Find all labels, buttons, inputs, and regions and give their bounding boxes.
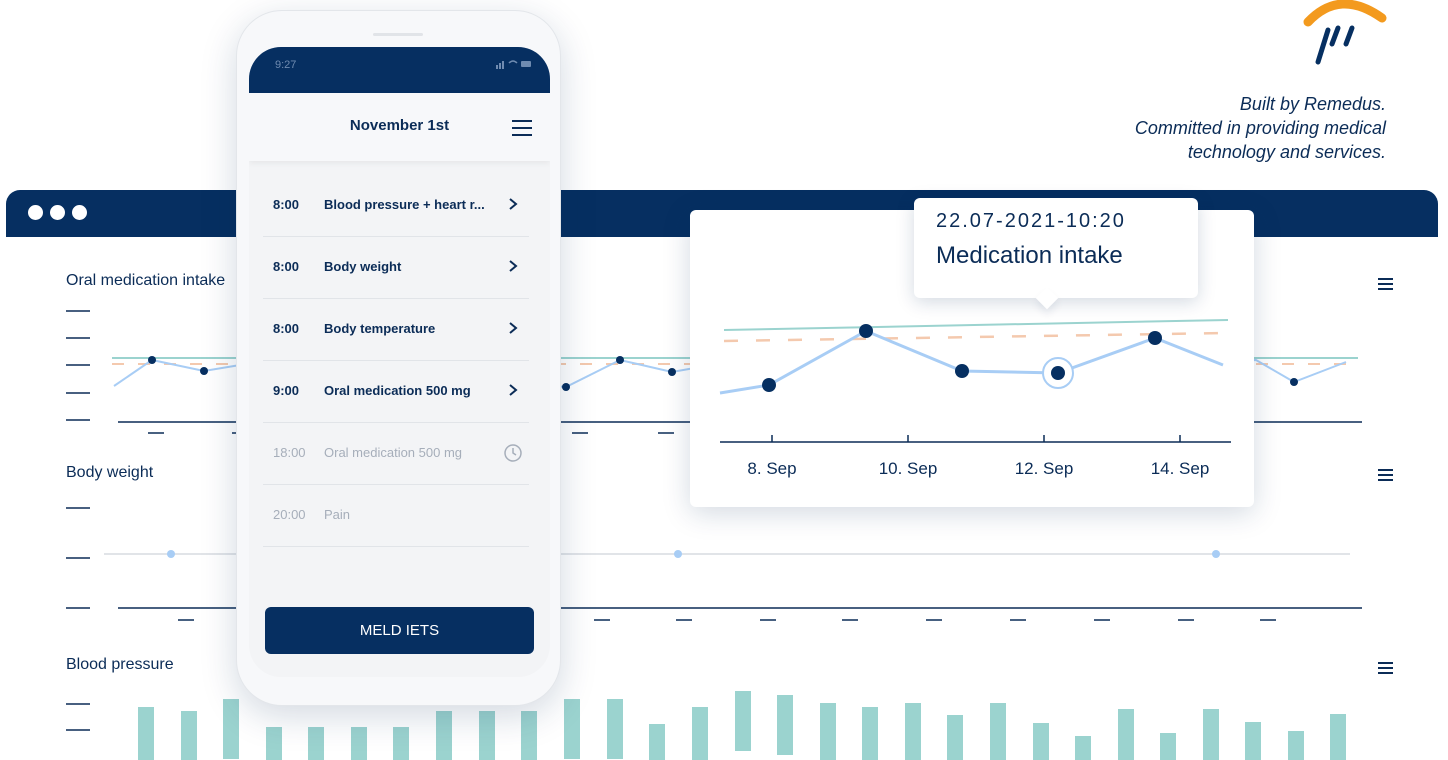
detail-x-tick-label: 8. Sep — [747, 459, 796, 478]
phone-header: November 1st — [249, 93, 550, 161]
detail-x-tick-label: 10. Sep — [879, 459, 938, 478]
task-name: Blood pressure + heart r... — [324, 197, 485, 212]
chart-title-body-weight: Body weight — [66, 464, 154, 481]
tagline-line-2: Committed in providing medical — [1134, 118, 1386, 138]
task-name: Oral medication 500 mg — [324, 445, 463, 460]
task-time: 18:00 — [273, 445, 306, 460]
chevron-right-icon — [509, 384, 518, 396]
hamburger-icon[interactable] — [1378, 662, 1393, 674]
task-name: Body temperature — [324, 321, 436, 336]
task-item[interactable]: 8:00 Body temperature — [263, 299, 529, 361]
task-time: 8:00 — [273, 321, 300, 336]
page-title: November 1st — [349, 117, 450, 134]
phone-speaker — [373, 33, 423, 36]
tooltip-title: Medication intake — [936, 242, 1123, 269]
oral-medication-y-ticks — [66, 310, 90, 421]
task-time: 20:00 — [273, 507, 306, 522]
clock-icon — [504, 444, 522, 462]
chevron-right-icon — [509, 322, 518, 334]
body-weight-y-ticks — [66, 507, 90, 609]
chevron-right-icon — [509, 198, 518, 210]
task-item[interactable]: 20:00 Pain — [263, 485, 529, 547]
status-bar: 9:27 — [249, 47, 550, 93]
task-time: 8:00 — [273, 259, 300, 274]
hamburger-icon[interactable] — [1378, 469, 1393, 481]
detail-x-ticks — [771, 435, 1181, 442]
task-item[interactable]: 8:00 Body weight — [263, 237, 529, 299]
tagline: Built by Remedus. Committed in providing… — [966, 92, 1386, 164]
tooltip-date: 22.07-2021-10:20 — [936, 210, 1126, 232]
task-item[interactable]: 8:00 Blood pressure + heart r... — [263, 175, 529, 237]
phone-screen: 9:27 November 1st 8:00 Blood pressure + … — [249, 47, 550, 677]
meld-iets-button[interactable]: MELD IETS — [265, 607, 534, 654]
task-time: 9:00 — [273, 383, 300, 398]
task-name: Oral medication 500 mg — [324, 383, 471, 398]
detail-highlight-point — [1051, 366, 1065, 380]
phone-mockup: 9:27 November 1st 8:00 Blood pressure + … — [236, 10, 561, 706]
chart-title-blood-pressure: Blood pressure — [66, 656, 174, 673]
task-name: Pain — [324, 507, 351, 522]
task-name: Body weight — [324, 259, 402, 274]
detail-x-tick-label: 12. Sep — [1015, 459, 1074, 478]
task-item[interactable]: 9:00 Oral medication 500 mg — [263, 361, 529, 423]
tagline-line-3: technology and services. — [1187, 142, 1386, 162]
detail-x-tick-label: 14. Sep — [1151, 459, 1210, 478]
task-time: 8:00 — [273, 197, 300, 212]
chart-tooltip: 22.07-2021-10:20 Medication intake — [914, 198, 1198, 310]
blood-pressure-y-ticks — [66, 703, 90, 731]
hamburger-icon[interactable] — [1378, 278, 1393, 290]
medication-intake-detail-card: 8. Sep 10. Sep 12. Sep 14. Sep 22.07-202… — [690, 198, 1254, 507]
tagline-line-1: Built by Remedus. — [1239, 94, 1386, 114]
signal-wifi-battery-icons — [496, 59, 532, 72]
chart-title-oral-medication: Oral medication intake — [66, 272, 226, 289]
hamburger-icon[interactable] — [512, 120, 532, 136]
chevron-right-icon — [509, 260, 518, 272]
detail-limit-line — [723, 319, 1229, 331]
remedus-logo — [1303, 0, 1387, 65]
task-item[interactable]: 18:00 Oral medication 500 mg — [263, 423, 529, 485]
status-time: 9:27 — [275, 59, 297, 71]
